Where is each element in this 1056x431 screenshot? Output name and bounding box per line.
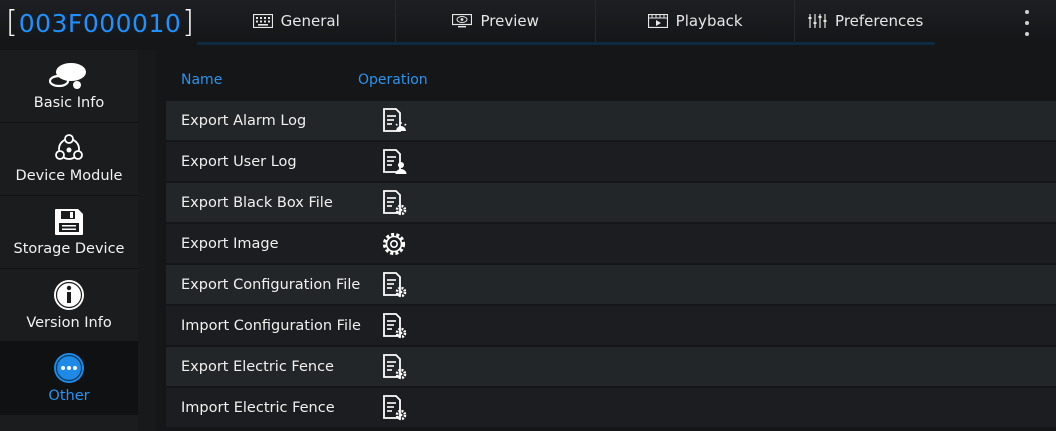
import-configuration-file-button[interactable] — [379, 312, 409, 340]
tab-preferences-label: Preferences — [835, 12, 924, 30]
tab-playback-label: Playback — [675, 12, 743, 30]
tab-playback[interactable]: Playback — [596, 0, 796, 42]
sidebar-item-storage-device[interactable]: Storage Device — [0, 196, 138, 269]
tab-underline — [197, 42, 935, 45]
bracket-right: ] — [182, 5, 194, 40]
table-row: Export Alarm Log — [166, 101, 1056, 140]
device-id-label: [ 003F000010 ] — [6, 6, 194, 40]
gear-icon — [382, 232, 406, 256]
export-user-log-button[interactable] — [379, 148, 409, 176]
export-alarm-log-button[interactable] — [379, 107, 409, 135]
sliders-icon — [808, 14, 827, 28]
tab-preview[interactable]: Preview — [396, 0, 596, 42]
kebab-dot — [1025, 32, 1029, 36]
more-menu-button[interactable] — [1018, 10, 1036, 36]
sidebar: Basic Info Device Module Storage Device — [0, 50, 138, 431]
kebab-dot — [1025, 21, 1029, 25]
more-dots-icon — [54, 353, 84, 383]
export-image-button[interactable] — [379, 230, 409, 258]
sidebar-divider — [138, 50, 156, 431]
info-icon — [54, 280, 84, 310]
tab-general[interactable]: General — [197, 0, 397, 45]
file-settings-icon — [383, 190, 407, 216]
playback-icon — [647, 14, 668, 28]
row-name: Export Electric Fence — [181, 358, 334, 375]
table-row: Import Electric Fence — [166, 388, 1056, 427]
tab-preview-label: Preview — [480, 12, 539, 30]
table-row: Export Black Box File — [166, 183, 1056, 222]
sidebar-item-other[interactable]: Other — [0, 342, 138, 415]
sidebar-item-label: Other — [48, 388, 90, 404]
device-module-icon — [55, 134, 83, 160]
export-black-box-file-button[interactable] — [379, 189, 409, 217]
column-header-name: Name — [181, 72, 223, 88]
sidebar-item-device-module[interactable]: Device Module — [0, 123, 138, 196]
export-electric-fence-button[interactable] — [379, 353, 409, 381]
device-id-text: 003F000010 — [18, 8, 182, 38]
row-name: Export Black Box File — [181, 194, 333, 211]
bracket-left: [ — [6, 5, 18, 40]
top-bar: [ 003F000010 ] General Preview Playback … — [0, 0, 1056, 46]
sidebar-item-label: Version Info — [26, 315, 112, 331]
table-row: Export User Log — [166, 142, 1056, 181]
user-log-icon — [383, 149, 407, 174]
row-name: Export Configuration File — [181, 276, 361, 293]
import-electric-fence-button[interactable] — [379, 394, 409, 422]
sidebar-item-label: Storage Device — [13, 241, 125, 257]
sidebar-item-basic-info[interactable]: Basic Info — [0, 50, 138, 123]
file-settings-icon — [383, 395, 407, 421]
export-configuration-file-button[interactable] — [379, 271, 409, 299]
row-name: Export Alarm Log — [181, 112, 307, 129]
sidebar-item-version-info[interactable]: Version Info — [0, 269, 138, 342]
column-header-operation: Operation — [358, 72, 428, 88]
main-tabs: General Preview Playback Preferences — [197, 0, 935, 46]
table-row: Export Electric Fence — [166, 347, 1056, 386]
row-name: Import Electric Fence — [181, 399, 335, 416]
main-panel: Name Operation Export Alarm Log Export U… — [156, 50, 1056, 431]
table-row: Export Image — [166, 224, 1056, 263]
sidebar-item-label: Basic Info — [33, 95, 105, 111]
tab-general-label: General — [280, 12, 340, 30]
file-settings-icon — [383, 313, 407, 339]
row-name: Export User Log — [181, 153, 297, 170]
sidebar-item-label: Device Module — [15, 168, 123, 184]
alarm-log-icon — [383, 108, 407, 132]
file-settings-icon — [383, 354, 407, 380]
basic-info-icon — [48, 63, 86, 89]
table-row: Import Configuration File — [166, 306, 1056, 345]
tab-preferences[interactable]: Preferences — [795, 0, 935, 42]
table-row: Export Configuration File — [166, 265, 1056, 304]
table-header: Name Operation — [156, 50, 1056, 98]
kebab-dot — [1025, 10, 1029, 14]
row-name: Export Image — [181, 235, 279, 252]
storage-device-icon — [55, 209, 83, 235]
keyboard-icon — [252, 14, 273, 28]
file-settings-icon — [383, 272, 407, 298]
preview-eye-icon — [452, 14, 473, 28]
row-name: Import Configuration File — [181, 317, 361, 334]
